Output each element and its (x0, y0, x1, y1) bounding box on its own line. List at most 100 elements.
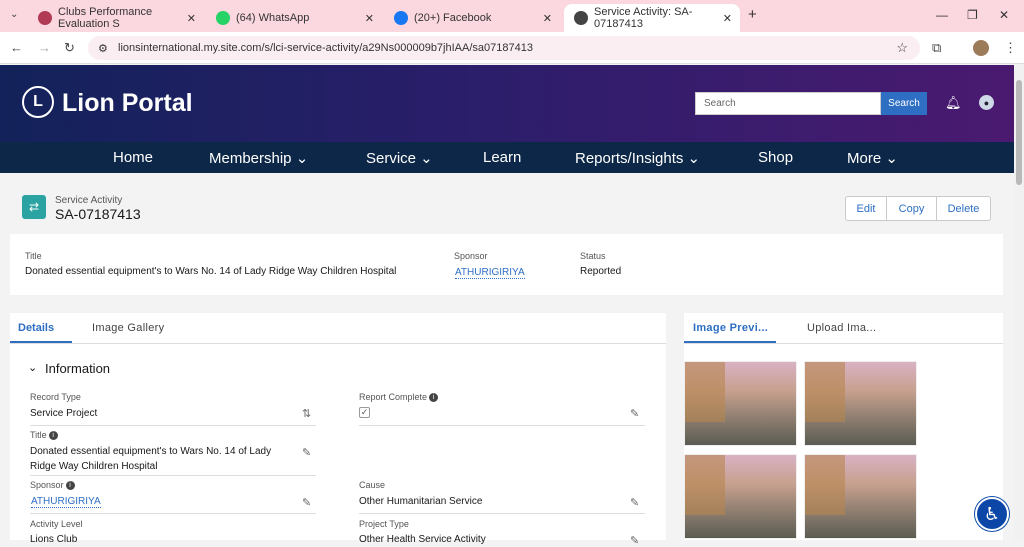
record-name: SA-07187413 (55, 206, 141, 222)
site-info-icon[interactable]: ⚙ (98, 42, 108, 55)
image-thumbnail[interactable] (684, 454, 797, 539)
restore-icon[interactable]: ❐ (967, 8, 978, 22)
extensions-icon[interactable]: ⧉ (932, 40, 941, 56)
reload-icon[interactable]: ↻ (64, 40, 75, 56)
edit-pencil-icon[interactable]: ✎ (302, 446, 311, 459)
cause-value: Other Humanitarian Service (359, 496, 483, 507)
whatsapp-icon (216, 11, 230, 25)
lions-logo-icon[interactable]: L (22, 86, 54, 118)
scrollbar-thumb[interactable] (1016, 80, 1022, 185)
globe-icon (574, 11, 588, 25)
tab-whatsapp[interactable]: (64) WhatsApp ✕ (206, 4, 382, 32)
close-tab-icon[interactable]: ✕ (365, 12, 374, 25)
image-thumbnail[interactable] (804, 361, 917, 446)
portal-banner: L Lion Portal Search Search 🔔︎ ● (0, 65, 1014, 142)
browser-toolbar: ← → ↻ ⚙ lionsinternational.my.site.com/s… (0, 32, 1024, 64)
back-icon[interactable]: ← (10, 40, 23, 55)
summary-sponsor-link[interactable]: ATHURIGIRIYA (455, 267, 525, 279)
image-thumbnail[interactable] (804, 454, 917, 539)
summary-status-value: Reported (580, 266, 622, 277)
nav-service[interactable]: Service ⌄ (366, 149, 433, 167)
tab-details[interactable]: Details (18, 322, 54, 334)
divider (684, 343, 1003, 344)
details-card: Details Image Gallery ⌄ Information Reco… (10, 313, 666, 547)
user-avatar-icon[interactable]: ● (979, 95, 994, 110)
edit-button[interactable]: Edit (845, 196, 887, 221)
nav-more[interactable]: More ⌄ (847, 149, 898, 167)
chevron-down-icon[interactable]: ⌄ (28, 361, 37, 374)
nav-shop[interactable]: Shop (758, 149, 793, 166)
lions-favicon-icon (38, 11, 52, 25)
cause-label: Cause (359, 480, 386, 490)
record-type-value: Service Project (30, 408, 98, 419)
sponsor-link[interactable]: ATHURIGIRIYA (31, 496, 101, 508)
close-window-icon[interactable]: ✕ (999, 8, 1009, 22)
tab-service-activity[interactable]: Service Activity: SA-07187413 ✕ (564, 4, 740, 32)
nav-membership[interactable]: Membership ⌄ (209, 149, 308, 167)
tab-upload-image[interactable]: Upload Ima... (807, 322, 876, 334)
edit-pencil-icon[interactable]: ✎ (302, 496, 311, 509)
title-value-line-1: Donated essential equipment's to Wars No… (30, 446, 272, 457)
minimize-icon[interactable]: — (936, 8, 948, 22)
tab-title: Service Activity: SA-07187413 (594, 6, 693, 30)
edit-pencil-icon[interactable]: ✎ (630, 496, 639, 509)
copy-button[interactable]: Copy (886, 196, 937, 221)
browser-menu-icon[interactable]: ⋮ (1004, 40, 1017, 56)
image-thumbnail[interactable] (684, 361, 797, 446)
profile-avatar[interactable] (973, 40, 989, 56)
summary-status-label: Status (580, 251, 606, 261)
summary-sponsor-label: Sponsor (454, 251, 488, 261)
info-icon[interactable]: i (65, 481, 75, 491)
record-type-label: Record Type (30, 392, 81, 402)
info-icon[interactable]: i (48, 431, 58, 441)
tab-title: (64) WhatsApp (236, 12, 310, 24)
edit-pencil-icon[interactable]: ✎ (630, 407, 639, 420)
report-complete-label: Report Complete i (359, 392, 439, 403)
portal-brand[interactable]: Lion Portal (62, 89, 193, 118)
tab-image-gallery[interactable]: Image Gallery (92, 322, 164, 334)
change-record-type-icon[interactable]: ⇅ (302, 407, 311, 420)
info-icon[interactable]: i (429, 393, 439, 403)
activity-level-label: Activity Level (30, 519, 83, 529)
nav-reports-insights[interactable]: Reports/Insights ⌄ (575, 149, 700, 167)
bookmark-star-icon[interactable]: ☆ (896, 40, 908, 56)
url-text: lionsinternational.my.site.com/s/lci-ser… (118, 42, 533, 54)
delete-button[interactable]: Delete (936, 196, 991, 221)
portal-nav: Home Membership ⌄ Service ⌄ Learn Report… (0, 142, 1014, 173)
report-complete-checkbox[interactable]: ✓ (359, 407, 370, 418)
close-tab-icon[interactable]: ✕ (543, 12, 552, 25)
tab-title: Clubs Performance Evaluation S (58, 6, 153, 30)
nav-home[interactable]: Home (113, 149, 153, 166)
tab-facebook[interactable]: (20+) Facebook ✕ (384, 4, 560, 32)
divider (10, 343, 666, 344)
nav-learn[interactable]: Learn (483, 149, 521, 166)
summary-title-value: Donated essential equipment's to Wars No… (25, 266, 397, 277)
forward-icon[interactable]: → (38, 40, 51, 55)
tab-list-icon[interactable]: ⌄ (10, 9, 18, 20)
portal-search-input[interactable]: Search (695, 92, 881, 115)
field-underline (359, 513, 645, 514)
title-value-line-2: Ridge Way Children Hospital (30, 461, 158, 472)
browser-tab-strip: ⌄ Clubs Performance Evaluation S ✕ (64) … (0, 0, 1024, 32)
notification-bell-icon[interactable]: 🔔︎ (945, 95, 962, 111)
service-activity-icon: ⇄ (22, 195, 46, 219)
field-underline (30, 513, 316, 514)
section-information[interactable]: Information (45, 361, 110, 376)
edit-pencil-icon[interactable]: ✎ (630, 534, 639, 547)
accessibility-icon[interactable]: ♿︎ (975, 497, 1009, 531)
search-button[interactable]: Search (881, 92, 927, 115)
field-underline (30, 475, 316, 476)
sponsor-label: Sponsor i (30, 480, 75, 491)
field-underline (30, 425, 316, 426)
object-label: Service Activity (55, 195, 123, 206)
tab-image-preview[interactable]: Image Previ... (693, 322, 768, 334)
summary-card: Title Donated essential equipment's to W… (10, 234, 1003, 295)
close-tab-icon[interactable]: ✕ (723, 12, 732, 25)
close-tab-icon[interactable]: ✕ (187, 12, 196, 25)
tab-title: (20+) Facebook (414, 12, 492, 24)
tab-clubs[interactable]: Clubs Performance Evaluation S ✕ (28, 4, 204, 32)
address-bar[interactable]: ⚙ lionsinternational.my.site.com/s/lci-s… (88, 36, 920, 60)
summary-title-label: Title (25, 251, 42, 261)
new-tab-icon[interactable]: + (748, 6, 757, 23)
title-label: Title i (30, 430, 58, 441)
